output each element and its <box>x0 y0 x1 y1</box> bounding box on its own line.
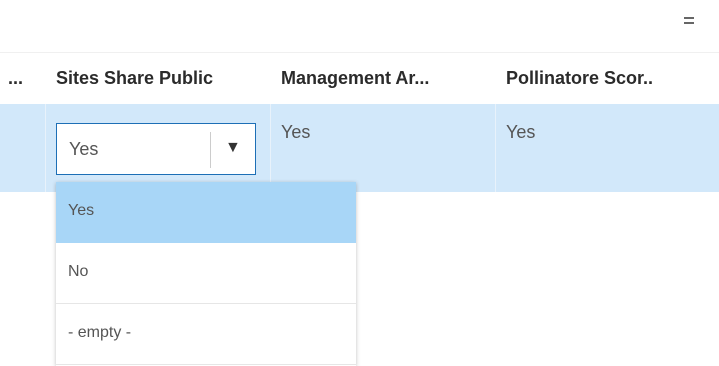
option-no[interactable]: No <box>56 243 356 304</box>
option-label: Yes <box>68 202 95 219</box>
select-divider <box>210 132 211 168</box>
dropdown-arrow-icon[interactable]: ▼ <box>225 139 241 157</box>
menu-icon[interactable] <box>682 13 699 26</box>
column-header-management-area[interactable]: Management Ar... <box>281 53 491 105</box>
option-label: No <box>68 263 89 280</box>
option-label: - empty - <box>68 324 132 341</box>
column-divider <box>45 104 46 192</box>
select-value: Yes <box>69 139 99 159</box>
column-header-truncated[interactable]: ... <box>8 53 38 105</box>
column-header-sites-share-public[interactable]: Sites Share Public <box>56 53 266 105</box>
option-empty[interactable]: - empty - <box>56 304 356 365</box>
column-divider <box>495 104 496 192</box>
sites-share-public-select[interactable]: Yes ▼ <box>56 123 256 175</box>
column-header-pollinatore-score[interactable]: Pollinatore Scor.. <box>506 53 706 105</box>
table-header: ... Sites Share Public Management Ar... … <box>0 52 719 105</box>
column-divider <box>270 104 271 192</box>
select-dropdown-list: Yes No - empty - <box>56 182 356 366</box>
option-yes[interactable]: Yes <box>56 182 356 243</box>
cell-pollinatore-score[interactable]: Yes <box>506 122 535 143</box>
cell-management-area[interactable]: Yes <box>281 122 310 143</box>
